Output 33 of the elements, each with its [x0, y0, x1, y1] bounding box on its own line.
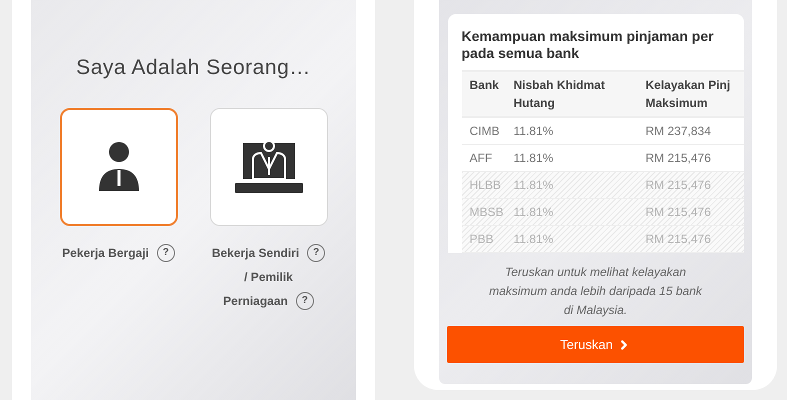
table-cell-text: HLBB — [468, 177, 502, 194]
table-cell-text: RM 215,476 — [646, 231, 712, 248]
card-title: Kemampuan maksimum pinjaman per — [462, 28, 714, 45]
option-label: Bekerja Sendiri — [212, 244, 300, 262]
column-header: Kelayakan Pinj Maksimum — [646, 77, 732, 112]
table-cell-text: AFF — [468, 150, 494, 167]
table-cell-text: 11.81% — [514, 204, 554, 221]
help-button[interactable]: ? — [296, 292, 314, 310]
screen-title: Saya Adalah Seorang… — [76, 55, 311, 81]
card-title: pada semua bank — [462, 45, 579, 62]
table-cell-text: 11.81% — [514, 231, 554, 248]
person-icon — [96, 140, 140, 192]
table-cell-text: CIMB — [468, 123, 500, 140]
table-cell-text: RM 237,834 — [646, 123, 712, 140]
table-cell-text: RM 215,476 — [646, 150, 712, 167]
column-header: Nisbah Khidmat Hutang — [514, 77, 606, 112]
help-button[interactable]: ? — [156, 244, 175, 262]
occupation-option[interactable] — [60, 108, 178, 226]
table-cell-text: PBB — [468, 231, 495, 248]
option-label: Perniagaan — [223, 292, 288, 310]
table-cell-text: 11.81% — [514, 150, 554, 167]
occupation-option[interactable] — [210, 108, 328, 226]
table-cell-text: 11.81% — [514, 177, 554, 194]
table-cell-text: RM 215,476 — [646, 204, 712, 221]
option-label: Pekerja Bergaji — [62, 244, 149, 262]
table-cell-text: 11.81% — [514, 123, 554, 140]
table-cell-text: MBSB — [468, 204, 505, 221]
option-label: / Pemilik — [244, 268, 293, 286]
table-cell-text: RM 215,476 — [646, 177, 712, 194]
info-text: Teruskan untuk melihat kelayakan maksimum anda lebih daripada 15 bank di Malaysia. — [488, 264, 704, 319]
column-header: Bank — [468, 77, 500, 94]
help-button[interactable]: ? — [307, 244, 326, 262]
continue-button[interactable]: Teruskan — [447, 326, 744, 363]
